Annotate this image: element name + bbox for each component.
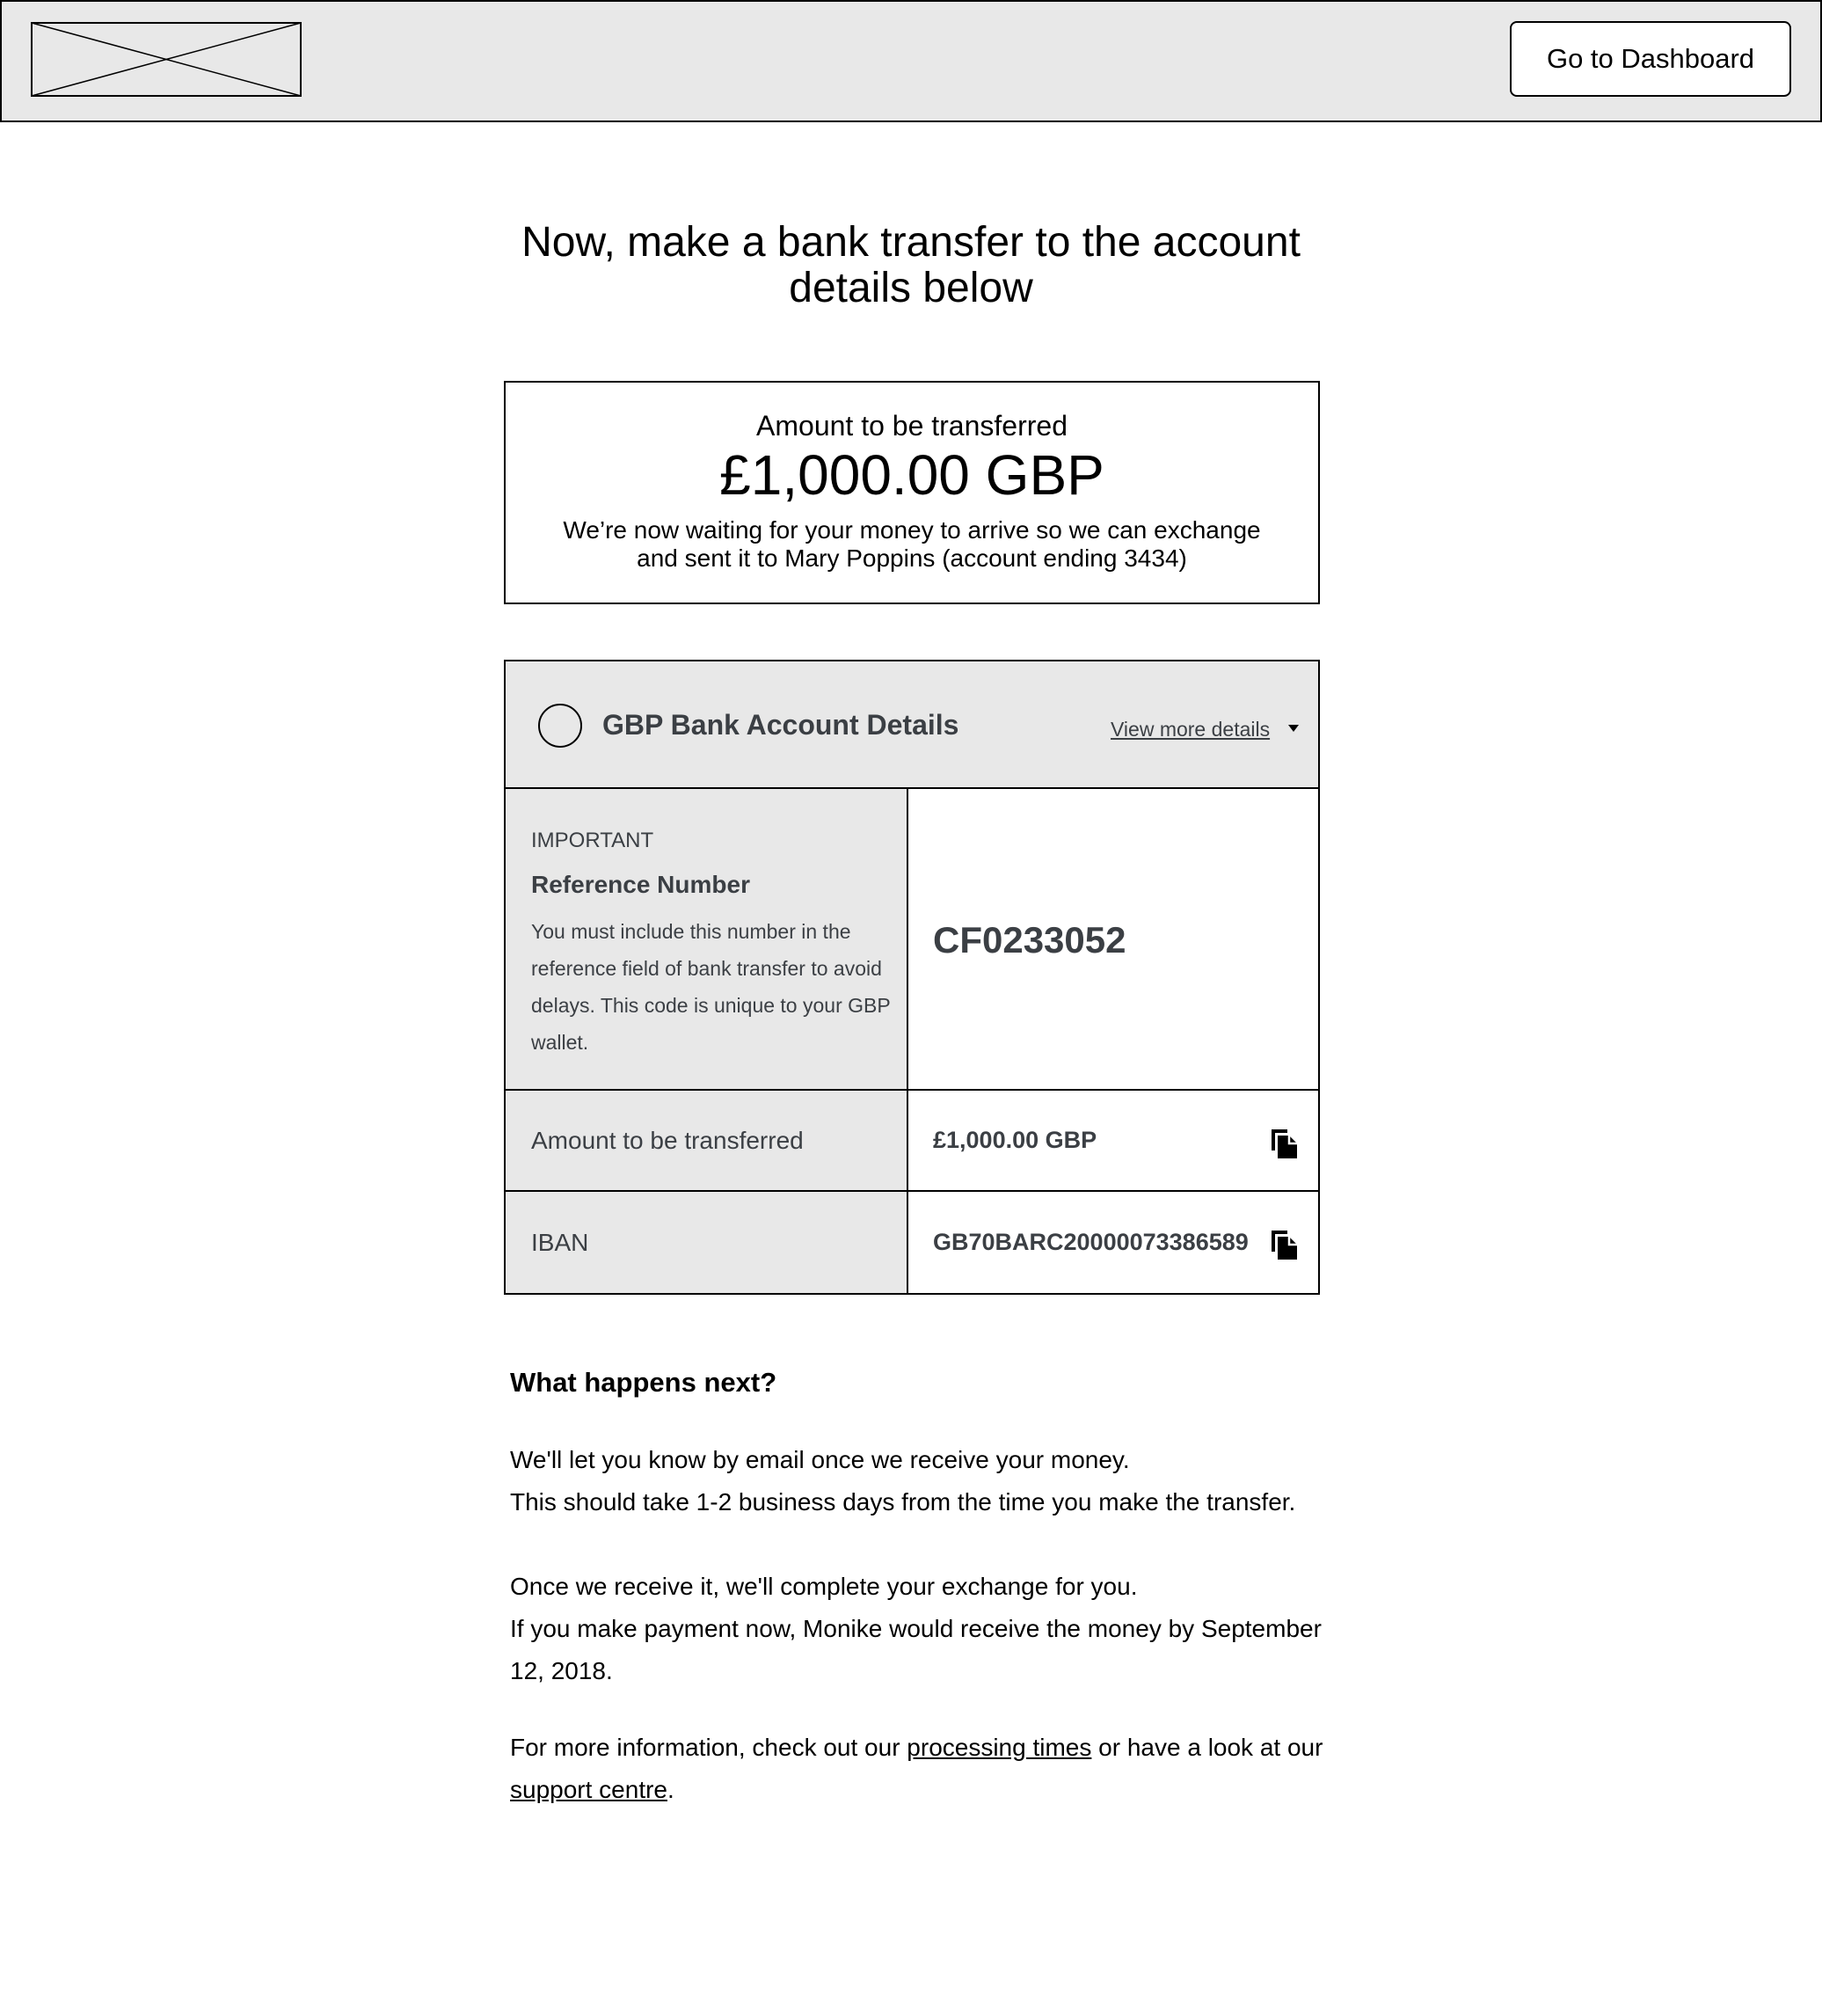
next-steps-paragraph-exchange: Once we receive it, we'll complete your … <box>510 1566 1337 1692</box>
reference-label-cell: IMPORTANT Reference Number You must incl… <box>506 789 908 1089</box>
iban-value-cell: GB70BARC20000073386589 <box>908 1192 1318 1293</box>
reference-number[interactable]: CF0233052 <box>933 917 1126 963</box>
reference-row: IMPORTANT Reference Number You must incl… <box>506 789 1318 1091</box>
copy-icon[interactable] <box>1270 1227 1300 1260</box>
amount-row-label: Amount to be transferred <box>531 1126 804 1154</box>
next-steps-text: We'll let you know by email once we rece… <box>510 1446 1130 1473</box>
bank-details-panel: GBP Bank Account Details View more detai… <box>504 660 1320 1295</box>
bank-details-header: GBP Bank Account Details View more detai… <box>506 661 1318 789</box>
reference-value-cell: CF0233052 <box>908 789 1318 1089</box>
next-steps-paragraph-email: We'll let you know by email once we rece… <box>510 1439 1337 1523</box>
iban-row: IBAN GB70BARC20000073386589 <box>506 1192 1318 1293</box>
iban-row-value[interactable]: GB70BARC20000073386589 <box>933 1192 1249 1293</box>
info-text-prefix: For more information, check out our <box>510 1734 907 1761</box>
amount-label: Amount to be transferred <box>756 410 1068 442</box>
amount-row-value[interactable]: £1,000.00 GBP <box>933 1091 1097 1190</box>
amount-label-cell: Amount to be transferred <box>506 1091 908 1190</box>
logo-placeholder-icon[interactable] <box>31 22 302 97</box>
support-centre-link[interactable]: support centre <box>510 1776 667 1803</box>
caret-down-icon[interactable] <box>1288 725 1299 732</box>
next-steps-text: This should take 1-2 business days from … <box>510 1488 1296 1516</box>
reference-title: Reference Number <box>531 871 750 898</box>
amount-row: Amount to be transferred £1,000.00 GBP <box>506 1091 1318 1192</box>
amount-description: We’re now waiting for your money to arri… <box>563 516 1261 572</box>
go-to-dashboard-button[interactable]: Go to Dashboard <box>1510 21 1791 97</box>
iban-label-cell: IBAN <box>506 1192 908 1293</box>
amount-value: £1,000.00 GBP <box>719 443 1104 507</box>
view-more-details-link[interactable]: View more details <box>1111 716 1270 742</box>
page-title: Now, make a bank transfer to the account… <box>521 219 1301 311</box>
info-text-suffix: . <box>667 1776 674 1803</box>
bank-details-title: GBP Bank Account Details <box>602 709 959 741</box>
iban-row-label: IBAN <box>531 1228 589 1256</box>
amount-summary-card: Amount to be transferred £1,000.00 GBP W… <box>504 381 1320 604</box>
info-text-middle: or have a look at our <box>1091 1734 1323 1761</box>
reference-description: You must include this number in the refe… <box>531 920 891 1054</box>
next-steps-paragraph-info: For more information, check out our proc… <box>510 1727 1337 1811</box>
amount-value-cell: £1,000.00 GBP <box>908 1091 1318 1190</box>
processing-times-link[interactable]: processing times <box>907 1734 1091 1761</box>
next-steps-text: Once we receive it, we'll complete your … <box>510 1573 1138 1600</box>
radio-circle-icon[interactable] <box>538 704 582 748</box>
next-steps-text: If you make payment now, Monike would re… <box>510 1615 1322 1684</box>
copy-icon[interactable] <box>1270 1126 1300 1159</box>
next-steps-heading: What happens next? <box>510 1367 777 1398</box>
important-label: IMPORTANT <box>531 829 654 852</box>
header: Go to Dashboard <box>0 0 1822 122</box>
